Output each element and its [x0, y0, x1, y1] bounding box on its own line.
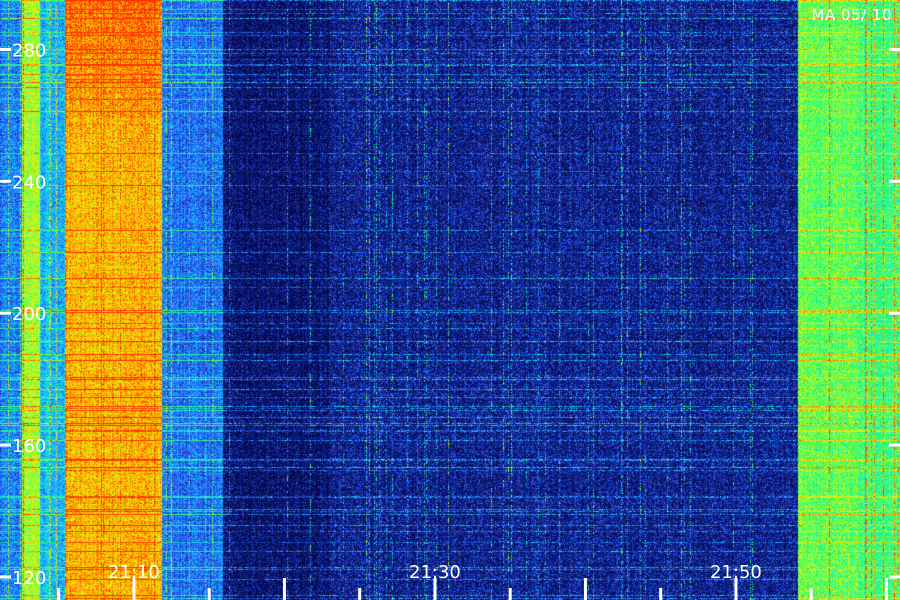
y-axis-right: [889, 47, 900, 579]
y-tick-label: 160: [12, 436, 46, 457]
y-tick-label: 200: [12, 304, 46, 325]
x-tick-label: 21:30: [409, 562, 461, 583]
y-tick-label: 280: [12, 40, 46, 61]
station-date-label: MA 05/ 10: [811, 6, 892, 24]
y-tick-label: 240: [12, 172, 46, 193]
x-tick-label: 21:50: [710, 562, 762, 583]
x-tick-label: 21:10: [108, 562, 160, 583]
axis-overlay: 120 160 200 240 280 21:10 21:30 21:50: [0, 40, 900, 600]
y-axis-left: 120 160 200 240 280: [0, 40, 46, 589]
x-axis: 21:10 21:30 21:50: [57, 562, 888, 600]
y-tick-label: 120: [12, 568, 46, 589]
